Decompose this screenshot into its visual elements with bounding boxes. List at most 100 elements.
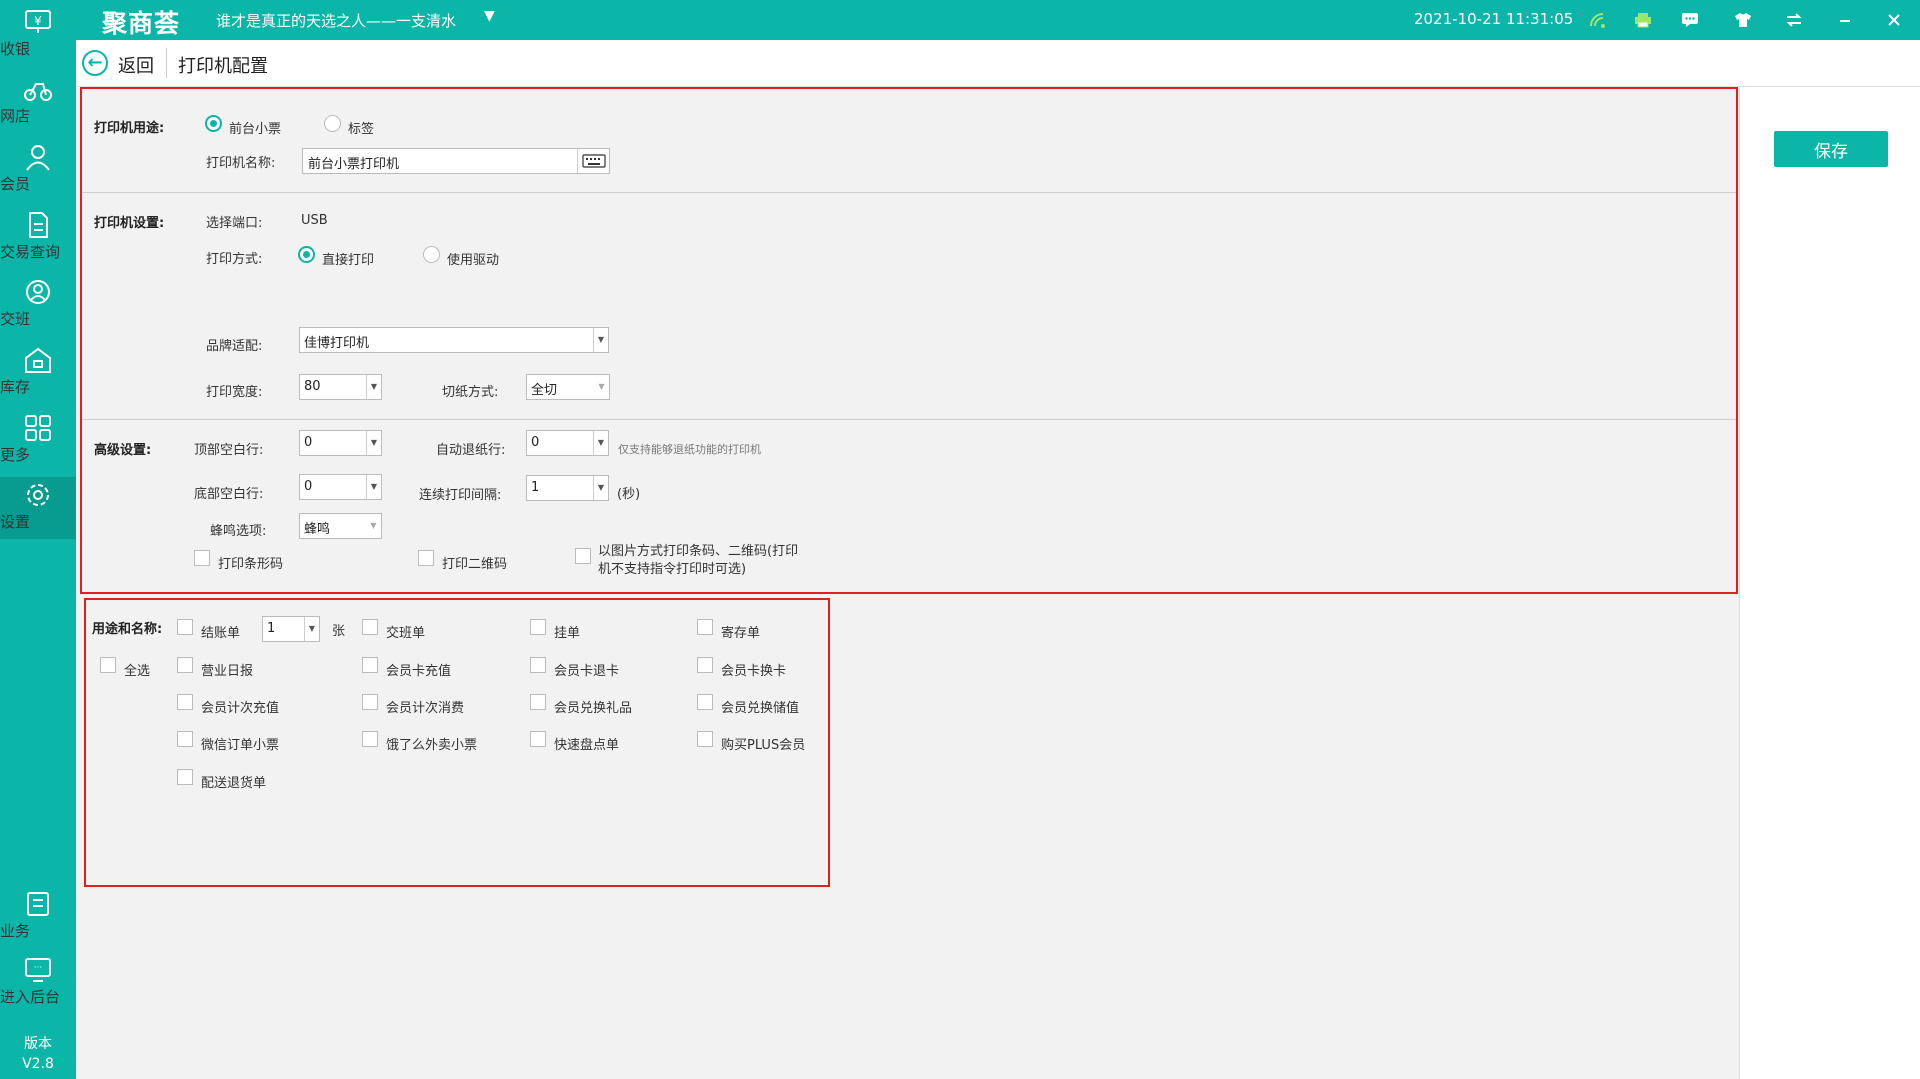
chevron-down-icon: ▼: [366, 475, 381, 499]
radio-direct-print-label: 直接打印: [322, 253, 375, 268]
item-label: 交班单: [386, 626, 426, 641]
checkbox-item[interactable]: [530, 657, 546, 673]
chevron-down-icon: ▼: [366, 431, 381, 455]
item-label: 会员兑换储值: [721, 701, 800, 716]
auto-feed-label: 自动退纸行:: [436, 443, 506, 458]
top-blank-select[interactable]: 0 ▼: [299, 430, 382, 456]
svg-text:¥: ¥: [34, 14, 42, 28]
printer-name-input[interactable]: 前台小票打印机: [302, 148, 610, 174]
printer-name-label: 打印机名称:: [206, 156, 276, 171]
page-title: 打印机配置: [178, 56, 268, 77]
checkbox-item[interactable]: [362, 694, 378, 710]
shift-handover-icon: [26, 280, 50, 304]
action-pane: [1740, 88, 1920, 1079]
checkbox-item[interactable]: [697, 619, 713, 635]
checkbox-item[interactable]: [697, 657, 713, 673]
checkbox-item[interactable]: [697, 694, 713, 710]
sidebar-item-business[interactable]: 业务: [0, 886, 76, 952]
back-button[interactable]: 返回: [118, 52, 154, 78]
store-name[interactable]: 谁才是真正的天选之人——一支清水: [216, 10, 456, 31]
sidebar-item-settings[interactable]: 设置: [0, 477, 76, 539]
back-arrow-icon[interactable]: ←: [82, 50, 108, 76]
auto-feed-hint: 仅支持能够退纸功能的打印机: [618, 443, 761, 456]
bottom-blank-label: 底部空白行:: [194, 487, 264, 502]
checkbox-item[interactable]: [697, 731, 713, 747]
business-icon: [27, 892, 49, 916]
cut-mode-select[interactable]: 全切 ▼: [526, 374, 610, 400]
sidebar-item-inventory[interactable]: 库存: [0, 342, 76, 408]
switch-arrows-icon[interactable]: [1782, 8, 1806, 32]
beep-select[interactable]: 蜂鸣 ▼: [299, 513, 382, 539]
item-label: 饿了么外卖小票: [386, 738, 478, 753]
sidebar-item-member[interactable]: 会员: [0, 139, 76, 205]
print-width-select[interactable]: 80 ▼: [299, 374, 382, 400]
image-mode-label-2: 机不支持指令打印时可选): [598, 562, 747, 577]
keyboard-icon[interactable]: [577, 149, 609, 173]
copies-unit: 张: [332, 624, 346, 639]
member-icon: [26, 145, 50, 171]
radio-use-driver-label: 使用驱动: [447, 253, 500, 268]
printer-icon[interactable]: [1631, 8, 1655, 32]
svg-text:···: ···: [34, 963, 43, 973]
checkbox-item[interactable]: [530, 731, 546, 747]
radio-use-driver[interactable]: [423, 246, 440, 263]
advanced-settings-label: 高级设置:: [94, 443, 152, 458]
image-mode-checkbox[interactable]: [575, 548, 591, 564]
sidebar-item-online-shop[interactable]: 网店: [0, 71, 76, 137]
select-all-checkbox[interactable]: [100, 657, 116, 673]
chevron-down-icon: ▼: [593, 328, 608, 352]
header-divider: [166, 48, 167, 78]
checkbox-item[interactable]: [362, 731, 378, 747]
save-button[interactable]: 保存: [1774, 131, 1888, 167]
sidebar-item-transaction-query[interactable]: 交易查询: [0, 207, 76, 273]
print-barcode-checkbox[interactable]: [194, 550, 210, 566]
chevron-down-icon[interactable]: ▼: [484, 8, 495, 24]
item-label: 会员卡换卡: [721, 664, 787, 679]
top-bar: 聚商荟 谁才是真正的天选之人——一支清水 ▼ 2021-10-21 11:31:…: [0, 0, 1920, 40]
sidebar-item-shift-handover[interactable]: 交班: [0, 274, 76, 340]
port-label: 选择端口:: [206, 216, 263, 231]
radio-receipt[interactable]: [205, 115, 222, 132]
checkbox-item[interactable]: [177, 657, 193, 673]
bottom-blank-select[interactable]: 0 ▼: [299, 474, 382, 500]
brand-select[interactable]: 佳博打印机 ▼: [299, 327, 609, 353]
checkbox-item[interactable]: [362, 619, 378, 635]
minimize-icon[interactable]: [1833, 8, 1857, 32]
checkbox-checkout-bill[interactable]: [177, 619, 193, 635]
print-mode-label: 打印方式:: [206, 252, 263, 267]
printer-settings-label: 打印机设置:: [94, 216, 165, 231]
radio-label-tag[interactable]: [324, 115, 341, 132]
sidebar-item-cashier[interactable]: ¥ 收银: [0, 4, 76, 70]
close-icon[interactable]: [1882, 8, 1906, 32]
checkbox-item[interactable]: [530, 619, 546, 635]
radio-direct-print[interactable]: [298, 246, 315, 263]
print-interval-select[interactable]: 1 ▼: [526, 475, 609, 501]
checkbox-item[interactable]: [530, 694, 546, 710]
brand-logo: 聚商荟: [102, 9, 181, 38]
item-label: 会员兑换礼品: [554, 701, 633, 716]
port-value: USB: [301, 213, 328, 228]
sidebar-item-more[interactable]: 更多: [0, 410, 76, 476]
checkbox-item[interactable]: [362, 657, 378, 673]
beep-label: 蜂鸣选项:: [210, 524, 267, 539]
copies-select[interactable]: 1 ▼: [262, 616, 320, 642]
auto-feed-select[interactable]: 0 ▼: [526, 430, 609, 456]
print-interval-label: 连续打印间隔:: [419, 488, 502, 503]
print-width-label: 打印宽度:: [206, 385, 263, 400]
transaction-query-icon: [29, 212, 48, 238]
skin-shirt-icon[interactable]: [1731, 8, 1755, 32]
item-label: 寄存单: [721, 626, 761, 641]
item-label: 会员卡充值: [386, 664, 452, 679]
checkbox-item[interactable]: [177, 694, 193, 710]
item-label: 会员计次消费: [386, 701, 465, 716]
radio-receipt-label: 前台小票: [229, 122, 282, 137]
sidebar-item-backend[interactable]: ··· 进入后台: [0, 952, 76, 1018]
settings-icon: [27, 484, 49, 506]
message-icon[interactable]: [1678, 8, 1702, 32]
brand-label: 品牌适配:: [206, 339, 263, 354]
print-qrcode-checkbox[interactable]: [418, 550, 434, 566]
page-header: ← 返回 打印机配置: [76, 40, 1920, 87]
item-label: 会员卡退卡: [554, 664, 620, 679]
checkbox-item[interactable]: [177, 769, 193, 785]
checkbox-item[interactable]: [177, 731, 193, 747]
